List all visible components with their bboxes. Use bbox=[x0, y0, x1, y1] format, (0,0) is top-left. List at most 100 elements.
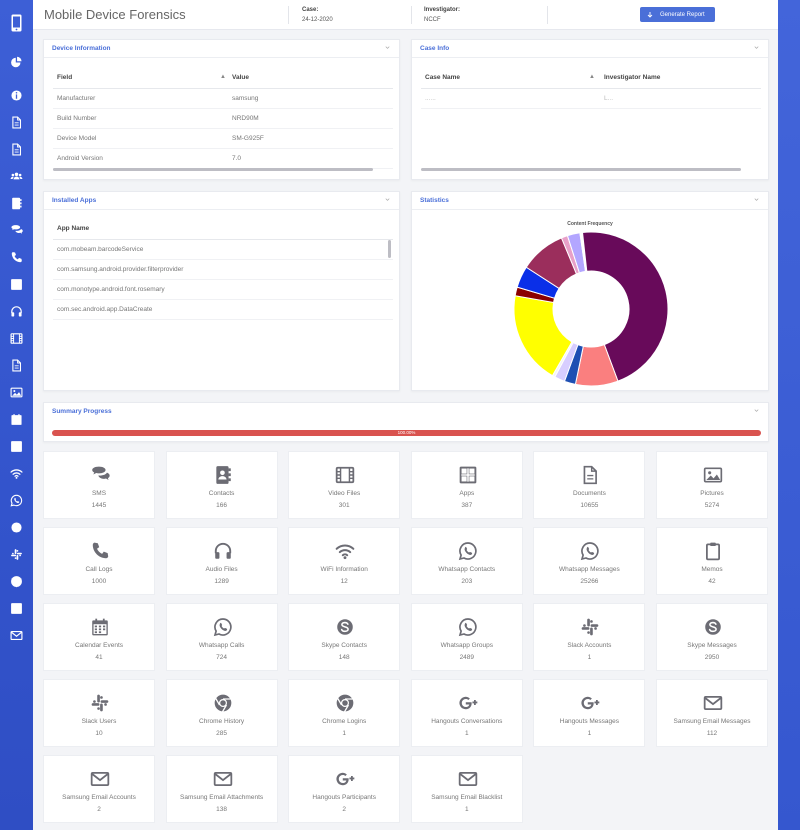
envelope-icon bbox=[703, 696, 723, 710]
sidebar-item-wifi[interactable] bbox=[9, 466, 24, 481]
stat-tile[interactable]: Whatsapp Calls 724 bbox=[165, 603, 278, 671]
chevron-down-icon[interactable] bbox=[753, 407, 760, 414]
sort-icon[interactable]: ▲ bbox=[589, 74, 595, 80]
sidebar-item-grid[interactable] bbox=[9, 601, 24, 616]
sidebar-item-slack[interactable] bbox=[9, 547, 24, 562]
stat-tile[interactable]: Slack Accounts 1 bbox=[533, 603, 646, 671]
stat-tile[interactable]: Chrome History 285 bbox=[165, 679, 278, 747]
stat-tile[interactable]: Pictures 5274 bbox=[656, 451, 768, 519]
sidebar-item-document[interactable] bbox=[9, 115, 24, 130]
stat-tile[interactable]: Hangouts Participants 2 bbox=[288, 755, 401, 823]
stat-tile[interactable]: Samsung Email Accounts 2 bbox=[43, 755, 155, 823]
chevron-down-icon[interactable] bbox=[384, 196, 391, 203]
google-plus-icon bbox=[336, 772, 355, 786]
stat-label: Skype Contacts bbox=[321, 642, 367, 649]
stat-tile[interactable]: Documents 10655 bbox=[533, 451, 646, 519]
stat-tile[interactable]: Samsung Email Messages 112 bbox=[656, 679, 768, 747]
pie-chart-icon bbox=[11, 56, 22, 68]
stat-count: 2 bbox=[342, 806, 346, 813]
stat-label: Samsung Email Messages bbox=[673, 718, 751, 725]
sidebar-item-grid[interactable] bbox=[9, 277, 24, 292]
sidebar-item-info[interactable] bbox=[9, 88, 24, 103]
sidebar-item-users[interactable] bbox=[9, 169, 24, 184]
column-header-app-name[interactable]: App Name bbox=[53, 219, 393, 240]
image-icon bbox=[703, 467, 723, 483]
sidebar-item-phone[interactable] bbox=[9, 250, 24, 265]
table-row[interactable]: com.sec.android.app.DataCreate bbox=[53, 299, 393, 320]
statistics-panel: Statistics Content Frequency bbox=[411, 191, 769, 391]
stat-tile[interactable]: Skype Contacts 148 bbox=[288, 603, 401, 671]
sidebar-item-chrome[interactable] bbox=[9, 574, 24, 589]
table-row[interactable]: Device Model SM-G925F bbox=[53, 128, 393, 149]
sidebar-item-calendar[interactable] bbox=[9, 412, 24, 427]
column-header-case-name[interactable]: Case Name ▲ bbox=[421, 68, 600, 89]
horizontal-scrollbar[interactable] bbox=[421, 168, 741, 171]
stat-tile[interactable]: Samsung Email Blacklist 1 bbox=[410, 755, 523, 823]
chrome-icon bbox=[336, 694, 354, 713]
stat-tile[interactable]: WiFi Information 12 bbox=[288, 527, 401, 595]
stat-label: Chrome History bbox=[199, 718, 245, 725]
table-row[interactable]: Build Number NRD90M bbox=[53, 108, 393, 129]
generate-report-button[interactable]: Generate Report bbox=[640, 7, 715, 22]
sidebar-item-address-book[interactable] bbox=[9, 196, 24, 211]
stat-label: Samsung Email Blacklist bbox=[431, 794, 503, 801]
stat-tile[interactable]: Calendar Events 41 bbox=[43, 603, 155, 671]
stat-tile[interactable]: Slack Users 10 bbox=[43, 679, 155, 747]
headphones-icon bbox=[214, 542, 231, 559]
column-header-value[interactable]: Value bbox=[228, 68, 393, 89]
stat-tile[interactable]: Call Logs 1000 bbox=[43, 527, 155, 595]
sidebar-item-grid[interactable] bbox=[9, 439, 24, 454]
stat-count: 301 bbox=[338, 502, 350, 509]
sidebar-item-comments[interactable] bbox=[9, 223, 24, 238]
stat-tile[interactable]: Whatsapp Messages 25266 bbox=[533, 527, 646, 595]
sidebar-item-image[interactable] bbox=[9, 385, 24, 400]
stat-count: 10655 bbox=[580, 502, 599, 509]
column-header-field[interactable]: Field ▲ bbox=[53, 68, 228, 89]
stat-tile[interactable]: Skype Messages 2950 bbox=[656, 603, 768, 671]
stat-tile[interactable]: Whatsapp Groups 2489 bbox=[410, 603, 523, 671]
stat-tile[interactable]: Hangouts Conversations 1 bbox=[410, 679, 523, 747]
stat-tile[interactable]: Chrome Logins 1 bbox=[288, 679, 401, 747]
sidebar-item-headphones[interactable] bbox=[9, 304, 24, 319]
table-row[interactable]: Android Version 7.0 bbox=[53, 148, 393, 169]
chevron-down-icon[interactable] bbox=[384, 44, 391, 51]
stat-label: Memos bbox=[701, 566, 723, 573]
stat-count: 138 bbox=[216, 806, 228, 813]
sidebar-item-document[interactable] bbox=[9, 142, 24, 157]
table-row[interactable]: com.mobeam.barcodeService bbox=[53, 239, 393, 260]
stat-count: 166 bbox=[216, 502, 228, 509]
stat-tile[interactable]: Hangouts Messages 1 bbox=[533, 679, 646, 747]
table-row[interactable]: Manufacturer samsung bbox=[53, 88, 393, 109]
sidebar-item-document[interactable] bbox=[9, 358, 24, 373]
stat-tile[interactable]: Video Files 301 bbox=[288, 451, 401, 519]
sidebar-item-pie-chart[interactable] bbox=[9, 55, 24, 70]
stat-tile[interactable]: Samsung Email Attachments 138 bbox=[165, 755, 278, 823]
stat-tile[interactable]: Apps 387 bbox=[410, 451, 523, 519]
stat-tile[interactable]: Memos 42 bbox=[656, 527, 768, 595]
stat-tile[interactable]: Audio Files 1289 bbox=[165, 527, 278, 595]
google-plus-icon bbox=[581, 696, 600, 710]
stat-tile[interactable]: Contacts 166 bbox=[165, 451, 278, 519]
horizontal-scrollbar[interactable] bbox=[53, 168, 373, 171]
stat-tile[interactable]: Whatsapp Contacts 203 bbox=[410, 527, 523, 595]
stat-tile[interactable]: SMS 1445 bbox=[43, 451, 155, 519]
sidebar-item-skype[interactable] bbox=[9, 520, 24, 535]
sidebar-item-whatsapp[interactable] bbox=[9, 493, 24, 508]
stat-label: Call Logs bbox=[85, 566, 113, 573]
clipboard-icon bbox=[706, 542, 720, 561]
mobile-phone-icon[interactable] bbox=[9, 14, 24, 32]
stat-count: 2 bbox=[97, 806, 101, 813]
stat-count: 42 bbox=[708, 578, 716, 585]
chevron-down-icon[interactable] bbox=[753, 44, 760, 51]
sidebar-item-envelope[interactable] bbox=[9, 628, 24, 643]
slack-icon bbox=[91, 694, 109, 712]
sidebar-item-film[interactable] bbox=[9, 331, 24, 346]
film-icon bbox=[335, 466, 355, 484]
users-icon bbox=[10, 172, 23, 180]
table-row[interactable]: com.monotype.android.font.rosemary bbox=[53, 279, 393, 300]
table-row[interactable]: ...... L... bbox=[421, 88, 761, 109]
sort-icon[interactable]: ▲ bbox=[220, 74, 226, 80]
vertical-scrollbar[interactable] bbox=[388, 240, 391, 258]
table-row[interactable]: com.samsung.android.provider.filterprovi… bbox=[53, 259, 393, 280]
column-header-investigator[interactable]: Investigator Name bbox=[600, 68, 761, 89]
